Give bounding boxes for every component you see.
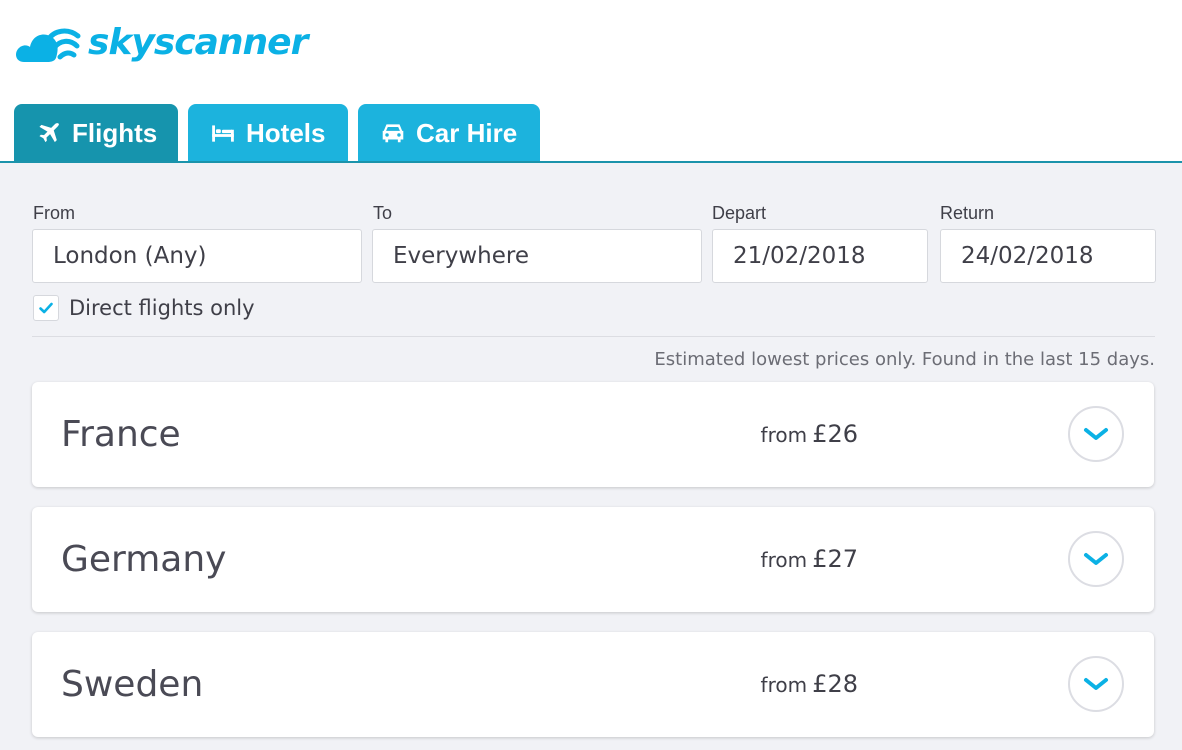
from-field[interactable]: London (Any)	[32, 229, 362, 283]
direct-flights-option: Direct flights only	[33, 295, 255, 321]
result-card-sweden[interactable]: Sweden from £28	[32, 632, 1154, 737]
country-name: France	[61, 414, 181, 455]
from-label: From	[33, 203, 75, 223]
to-field[interactable]: Everywhere	[372, 229, 702, 283]
tab-hotels[interactable]: Hotels	[188, 104, 348, 162]
from-text: from	[760, 673, 808, 697]
price-value: £26	[812, 420, 858, 448]
header: skyscanner Flights Hotels Car Hire	[0, 0, 1182, 162]
cloud-logo-icon	[16, 28, 81, 62]
divider	[32, 336, 1155, 337]
car-icon	[382, 124, 404, 143]
checkmark-icon	[39, 302, 53, 314]
depart-date-field[interactable]: 21/02/2018	[712, 229, 928, 283]
tab-car-hire-label: Car Hire	[416, 117, 518, 148]
tab-flights-label: Flights	[72, 117, 158, 148]
tab-flights[interactable]: Flights	[14, 104, 178, 162]
plane-icon	[39, 123, 59, 143]
country-name: Sweden	[61, 664, 204, 705]
expand-button[interactable]	[1068, 531, 1124, 587]
country-name: Germany	[61, 539, 227, 580]
price-label: from £26	[761, 382, 858, 489]
result-card-germany[interactable]: Germany from £27	[32, 507, 1154, 612]
expand-button[interactable]	[1068, 656, 1124, 712]
to-label: To	[373, 203, 393, 223]
direct-flights-label: Direct flights only	[69, 296, 255, 320]
product-tabs: Flights Hotels Car Hire	[14, 104, 550, 162]
expand-button[interactable]	[1068, 406, 1124, 462]
chevron-down-icon	[1084, 553, 1108, 565]
skyscanner-logo[interactable]: skyscanner	[14, 18, 308, 68]
result-card-france[interactable]: France from £26	[32, 382, 1154, 487]
bed-icon	[212, 125, 234, 142]
from-text: from	[760, 423, 808, 447]
depart-label: Depart	[712, 203, 767, 223]
price-value: £28	[812, 670, 858, 698]
price-label: from £27	[761, 507, 858, 614]
price-value: £27	[812, 545, 858, 573]
direct-flights-checkbox[interactable]	[33, 295, 59, 321]
price-disclaimer: Estimated lowest prices only. Found in t…	[654, 349, 1155, 370]
tab-hotels-label: Hotels	[246, 117, 326, 148]
brand-name: skyscanner	[88, 22, 308, 63]
chevron-down-icon	[1084, 678, 1108, 690]
tab-car-hire[interactable]: Car Hire	[358, 104, 540, 162]
return-date-field[interactable]: 24/02/2018	[940, 229, 1156, 283]
return-label: Return	[940, 203, 995, 223]
chevron-down-icon	[1084, 428, 1108, 440]
price-label: from £28	[761, 632, 858, 739]
from-text: from	[760, 548, 808, 572]
